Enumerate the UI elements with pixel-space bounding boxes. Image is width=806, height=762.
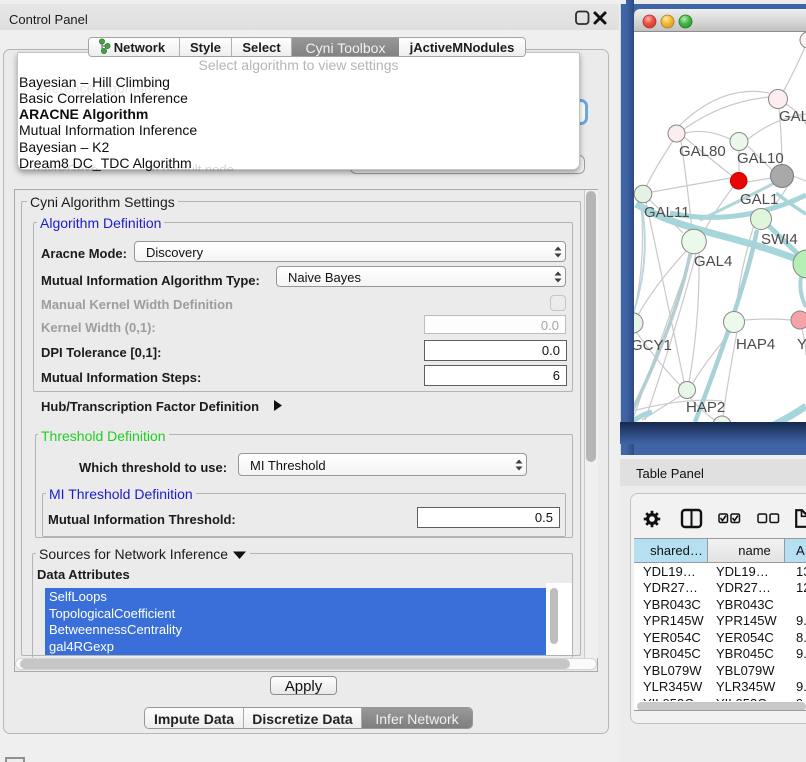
svg-text:HAP2: HAP2	[686, 399, 725, 416]
svg-text:GAL11: GAL11	[644, 204, 690, 221]
svg-text:SWI4: SWI4	[761, 231, 798, 248]
svg-text:GAL: GAL	[779, 108, 806, 125]
svg-text:HAP4: HAP4	[736, 336, 775, 353]
svg-text:GAL80: GAL80	[679, 143, 726, 160]
svg-text:Y: Y	[797, 336, 806, 353]
svg-text:GAL10: GAL10	[737, 150, 784, 167]
svg-text:GCY1: GCY1	[634, 337, 672, 354]
svg-text:GAL1: GAL1	[740, 191, 778, 208]
svg-text:GAL4: GAL4	[694, 253, 732, 270]
